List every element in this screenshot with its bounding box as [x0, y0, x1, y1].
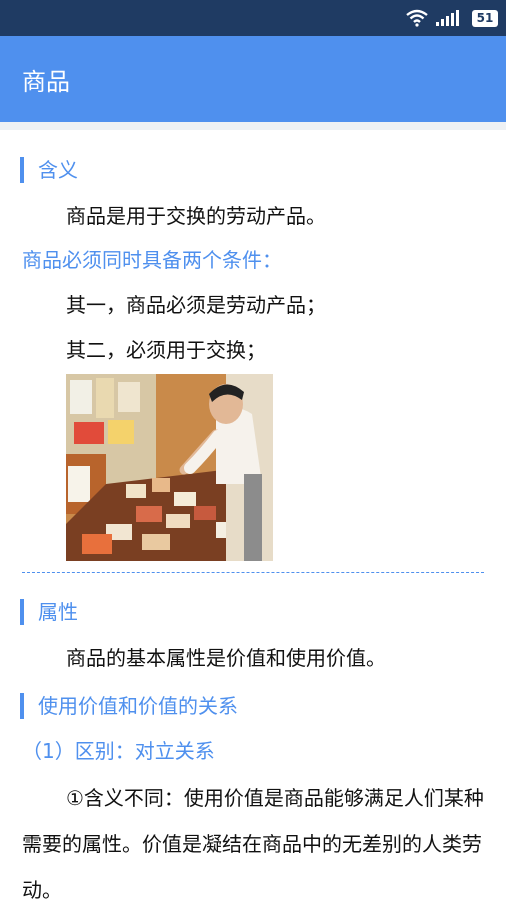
battery-icon: 51 [472, 9, 498, 27]
status-icons: 51 [406, 6, 498, 30]
section-heading-relation-label: 使用价值和价值的关系 [38, 694, 238, 718]
section-heading-attributes-label: 属性 [38, 600, 78, 624]
signal-icon [436, 10, 459, 26]
app-bar: 商品 [0, 36, 506, 122]
page-title: 商品 [22, 68, 70, 96]
section-heading-meaning-label: 含义 [38, 158, 78, 182]
shopping-photo [66, 374, 273, 561]
wifi-icon [406, 9, 428, 27]
condition-2-text: 其二，必须用于交换； [66, 338, 266, 362]
app-bar-shadow [0, 122, 506, 130]
section-heading-meaning: 含义 [20, 157, 78, 183]
section-heading-relation: 使用价值和价值的关系 [20, 693, 238, 719]
attributes-text: 商品的基本属性是价值和使用价值。 [66, 646, 386, 670]
section-heading-attributes: 属性 [20, 599, 78, 625]
definition-text: 商品是用于交换的劳动产品。 [66, 204, 326, 228]
section-divider [22, 572, 484, 573]
relation-paragraph: ①含义不同：使用价值是商品能够满足人们某种需要的属性。价值是凝结在商品中的无差别… [22, 786, 484, 902]
condition-1-text: 其一，商品必须是劳动产品； [66, 293, 326, 317]
status-bar: 51 [0, 0, 506, 36]
conditions-title: 商品必须同时具备两个条件： [22, 248, 282, 272]
relation-subheading: （1）区别：对立关系 [22, 739, 215, 763]
